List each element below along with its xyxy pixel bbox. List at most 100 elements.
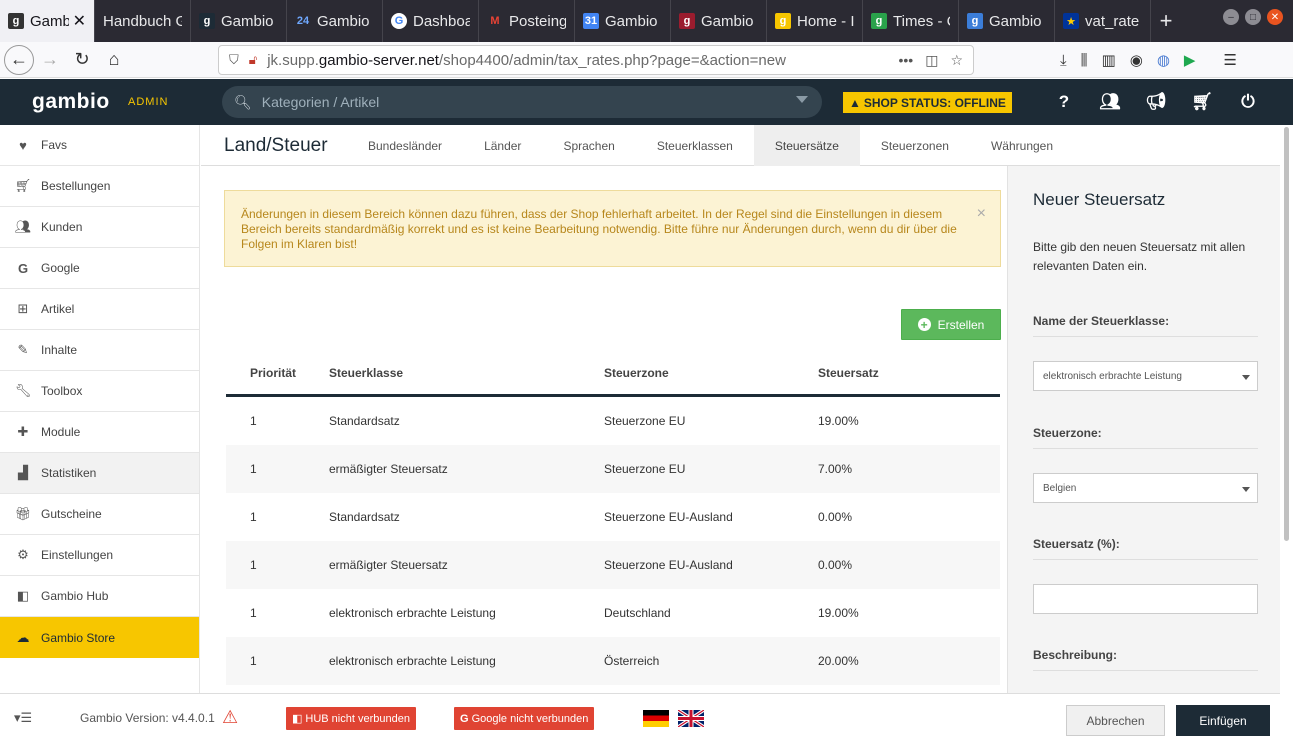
shop-status-badge[interactable]: ▲ SHOP STATUS: OFFLINE xyxy=(843,92,1012,113)
download-icon[interactable]: ⤓ xyxy=(1060,52,1067,69)
column-header[interactable]: Steuerzone xyxy=(604,366,818,380)
german-flag-icon[interactable] xyxy=(643,710,669,727)
sidebar-item-artikel[interactable]: ⊞ Artikel xyxy=(0,289,199,330)
browser-tab[interactable]: 31 Gambio xyxy=(575,0,671,42)
table-cell: Steuerzone EU-Ausland xyxy=(604,558,733,572)
sidebar-item-kunden[interactable]: 👥︎ Kunden xyxy=(0,207,199,248)
browser-tab[interactable]: g Gambio xyxy=(671,0,767,42)
sidebar-item-module[interactable]: ✚ Module xyxy=(0,412,199,453)
forward-icon[interactable]: → xyxy=(34,44,66,76)
tab-steuerzonen[interactable]: Steuerzonen xyxy=(860,125,970,166)
table-row[interactable]: 1 elektronisch erbrachte Leistung Österr… xyxy=(226,637,1000,685)
sidebar-item-statistiken[interactable]: ▟ Statistiken xyxy=(0,453,199,494)
extension-play-icon[interactable]: ▶ xyxy=(1184,51,1196,69)
sidebar-item-favs[interactable]: ♥ Favs xyxy=(0,125,199,166)
chevron-down-icon[interactable] xyxy=(796,96,808,103)
page-actions-icon[interactable]: ••• xyxy=(898,52,913,69)
scrollbar[interactable] xyxy=(1280,125,1293,693)
cancel-button[interactable]: Abbrechen xyxy=(1066,705,1165,736)
browser-tab-label: Gambi xyxy=(30,12,69,30)
app-menu-icon[interactable]: ☰ xyxy=(1223,51,1236,69)
sidebar-item-gambio-hub[interactable]: ◧ Gambio Hub xyxy=(0,576,199,617)
close-icon[interactable]: ✕ xyxy=(73,11,86,31)
table-cell: 20.00% xyxy=(818,654,859,668)
sidebar-item-gambio-store[interactable]: ☁ Gambio Store xyxy=(0,617,199,658)
sidebar-item-google[interactable]: G Google xyxy=(0,248,199,289)
cart-icon[interactable]: 🛒︎ xyxy=(1190,92,1214,112)
browser-tab[interactable]: G Dashboa xyxy=(383,0,479,42)
tax-rate-input[interactable] xyxy=(1033,584,1258,614)
sidebar-item-bestellungen[interactable]: 🛒︎ Bestellungen xyxy=(0,166,199,207)
library-icon[interactable]: ⫼ xyxy=(1081,52,1088,69)
browser-tab[interactable]: ★ vat_rate xyxy=(1055,0,1151,42)
browser-tab[interactable]: 24 Gambio xyxy=(287,0,383,42)
google-status-badge[interactable]: G Google nicht verbunden xyxy=(454,707,595,730)
admin-search-input[interactable]: 🔍︎ Kategorien / Artikel xyxy=(222,86,822,118)
account-icon[interactable]: ◉ xyxy=(1130,51,1143,69)
sidebar-item-gutscheine[interactable]: 🎁︎ Gutscheine xyxy=(0,494,199,535)
column-header[interactable]: Steuerklasse xyxy=(329,366,604,380)
browser-tab[interactable]: g Home - I xyxy=(767,0,863,42)
table-row[interactable]: 1 elektronisch erbrachte Leistung Deutsc… xyxy=(226,589,1000,637)
tab-sprachen[interactable]: Sprachen xyxy=(542,125,635,166)
tab-steuerklassen[interactable]: Steuerklassen xyxy=(636,125,754,166)
gambio-logo[interactable]: gambio xyxy=(32,90,110,114)
scrollbar-track xyxy=(1280,693,1293,741)
table-row[interactable]: 1 Standardsatz Steuerzone EU-Ausland 0.0… xyxy=(226,493,1000,541)
google-status-text: Google nicht verbunden xyxy=(471,712,589,725)
close-icon[interactable]: × xyxy=(977,206,986,222)
table-cell: 1 xyxy=(250,558,257,572)
tab-bundeslaender[interactable]: Bundesländer xyxy=(347,125,463,166)
browser-tab[interactable]: Handbuch G xyxy=(95,0,191,42)
create-button[interactable]: + Erstellen xyxy=(901,309,1001,340)
menu-toggle-icon[interactable]: ▾☰ xyxy=(14,710,32,726)
table-row[interactable]: 1 ermäßigter Steuersatz Steuerzone EU-Au… xyxy=(226,541,1000,589)
scrollbar-thumb[interactable] xyxy=(1284,127,1289,541)
sidebar-item-toolbox[interactable]: 🔧︎ Toolbox xyxy=(0,371,199,412)
main-content: Änderungen in diesem Bereich können dazu… xyxy=(201,166,1007,693)
tab-laender[interactable]: Länder xyxy=(463,125,542,166)
browser-tab[interactable]: g Times - C xyxy=(863,0,959,42)
back-icon[interactable]: ← xyxy=(4,44,34,75)
chevron-down-icon xyxy=(1242,487,1250,492)
create-button-label: Erstellen xyxy=(937,317,985,332)
tab-steuersaetze[interactable]: Steuersätze xyxy=(753,125,860,166)
english-flag-icon[interactable] xyxy=(678,710,704,727)
pocket-icon[interactable]: ◫ xyxy=(925,52,938,69)
footer: ▾☰ Gambio Version: v4.4.0.1 ⚠ ◧ HUB nich… xyxy=(0,693,1280,741)
browser-tab[interactable]: g Gambio xyxy=(959,0,1055,42)
browser-tab[interactable]: g Gambi ✕ xyxy=(0,0,95,42)
home-icon[interactable]: ⌂ xyxy=(98,44,130,76)
maximize-icon[interactable]: □ xyxy=(1245,9,1261,25)
hub-status-badge[interactable]: ◧ HUB nicht verbunden xyxy=(286,707,416,730)
sidebar-item-label: Gambio Store xyxy=(41,630,116,645)
column-header[interactable]: Steuersatz xyxy=(818,366,1000,380)
reload-icon[interactable]: ↻ xyxy=(66,44,98,76)
tab-waehrungen[interactable]: Währungen xyxy=(970,125,1074,166)
minimize-icon[interactable]: – xyxy=(1223,9,1239,25)
sidebar-toggle-icon[interactable]: ▥ xyxy=(1102,51,1116,69)
help-icon[interactable]: ? xyxy=(1052,92,1076,112)
warning-icon[interactable]: ⚠ xyxy=(222,707,238,728)
extension-globe-icon[interactable]: ◍ xyxy=(1157,51,1170,69)
new-tax-rate-panel: Neuer Steuersatz Bitte gib den neuen Ste… xyxy=(1007,166,1280,693)
new-tab-icon[interactable]: + xyxy=(1151,0,1181,42)
tax-zone-select[interactable]: Belgien xyxy=(1033,473,1258,503)
sidebar-item-einstellungen[interactable]: ⚙ Einstellungen xyxy=(0,535,199,576)
table-row[interactable]: 1 Standardsatz Steuerzone EU 19.00% xyxy=(226,397,1000,445)
power-icon[interactable]: ⏻ xyxy=(1236,92,1260,112)
sidebar-item-inhalte[interactable]: ✎ Inhalte xyxy=(0,330,199,371)
window-close-icon[interactable]: ✕ xyxy=(1267,9,1283,25)
bookmark-star-icon[interactable]: ☆ xyxy=(950,52,963,69)
users-icon[interactable]: 👥︎ xyxy=(1098,92,1122,112)
browser-tab[interactable]: M Posteing xyxy=(479,0,575,42)
megaphone-icon[interactable]: 📢︎ xyxy=(1144,92,1168,112)
tax-class-select[interactable]: elektronisch erbrachte Leistung xyxy=(1033,361,1258,391)
url-bar[interactable]: ⛉ 🔓︎ jk.supp. gambio-server.net/shop4400/… xyxy=(218,45,974,75)
insert-button[interactable]: Einfügen xyxy=(1176,705,1270,736)
column-header[interactable]: Priorität xyxy=(226,366,329,380)
insecure-lock-icon: 🔓︎ xyxy=(248,52,258,67)
table-row[interactable]: 1 ermäßigter Steuersatz Steuerzone EU 7.… xyxy=(226,445,1000,493)
browser-tab[interactable]: g Gambio xyxy=(191,0,287,42)
sidebar-item-label: Favs xyxy=(41,138,68,152)
